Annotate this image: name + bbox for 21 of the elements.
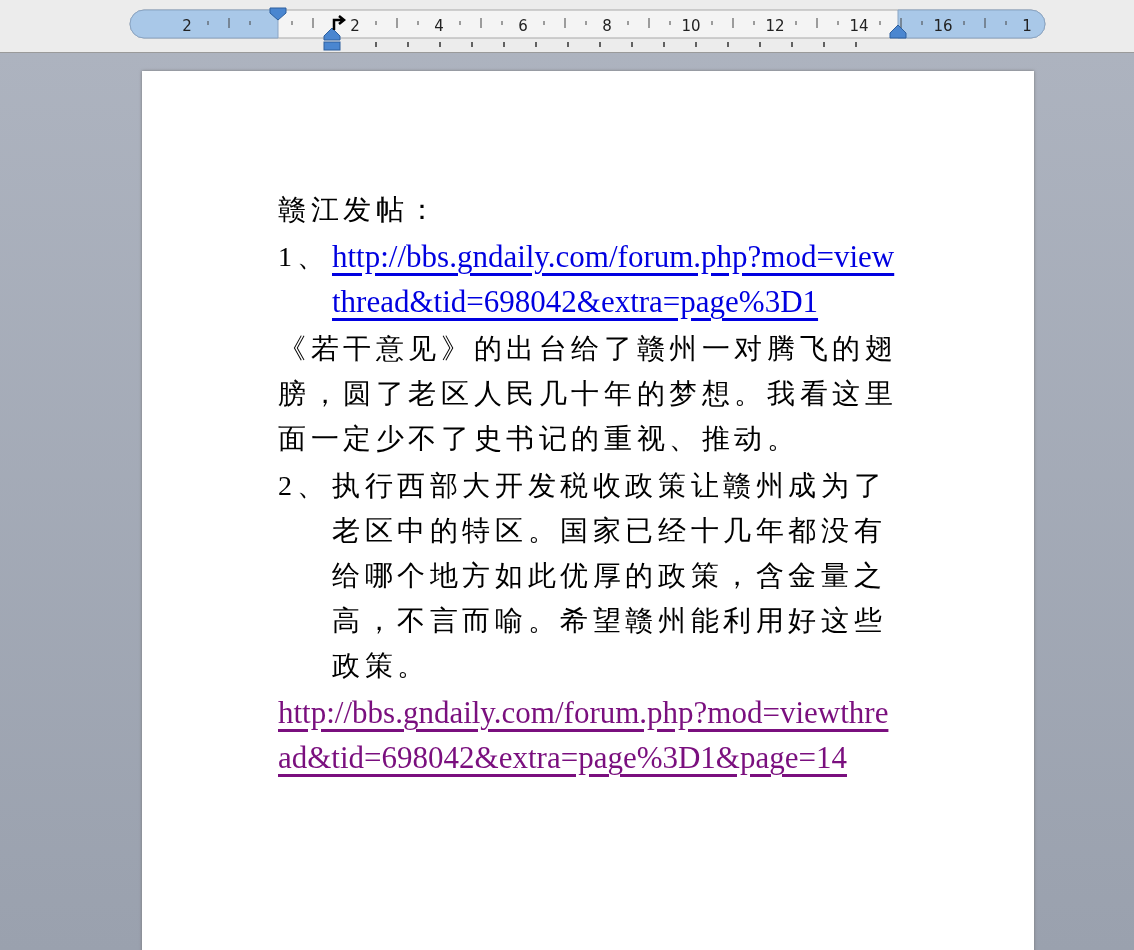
ruler-number: 2 bbox=[350, 17, 360, 35]
ruler-number: 6 bbox=[518, 17, 528, 35]
right-indent-icon[interactable] bbox=[889, 24, 907, 39]
ruler-number: 12 bbox=[765, 17, 785, 35]
tab-stop-icon bbox=[332, 14, 346, 32]
list-number: 2、 bbox=[278, 469, 331, 503]
hanging-indent-icon[interactable] bbox=[323, 27, 341, 51]
ruler-number: 8 bbox=[602, 17, 612, 35]
hyperlink[interactable]: http://bbs.gndaily.com/forum.php?mod=viewthread&tid=698042&extra=page%3D1 bbox=[332, 234, 900, 324]
ruler-number: 16 bbox=[933, 17, 953, 35]
hyperlink[interactable]: http://bbs.gndaily.com/forum.php?mod=viewthread&tid=698042&extra=page%3D1&page=14 bbox=[278, 690, 900, 780]
ruler-number: 4 bbox=[434, 17, 444, 35]
ruler-number: 14 bbox=[849, 17, 869, 35]
list-number: 1、 bbox=[278, 240, 331, 274]
first-line-indent-icon[interactable] bbox=[269, 7, 287, 21]
heading-text: 赣江发帖： bbox=[278, 193, 442, 227]
ruler-number: 2 bbox=[182, 17, 192, 35]
paragraph-text: 《若干意见》的出台给了赣州一对腾飞的翅膀，圆了老区人民几十年的梦想。我看这里面一定少不了史书记的重视、推动。 bbox=[278, 333, 898, 454]
list-item-text: 执行西部大开发税收政策让赣州成为了老区中的特区。国家已经十几年都没有给哪个地方如此优厚的政策，含金量之高，不言而喻。希望赣州能利用好这些政策。 bbox=[332, 470, 887, 681]
ruler-number: 1 bbox=[1022, 17, 1032, 35]
ruler-number: 10 bbox=[681, 17, 701, 35]
